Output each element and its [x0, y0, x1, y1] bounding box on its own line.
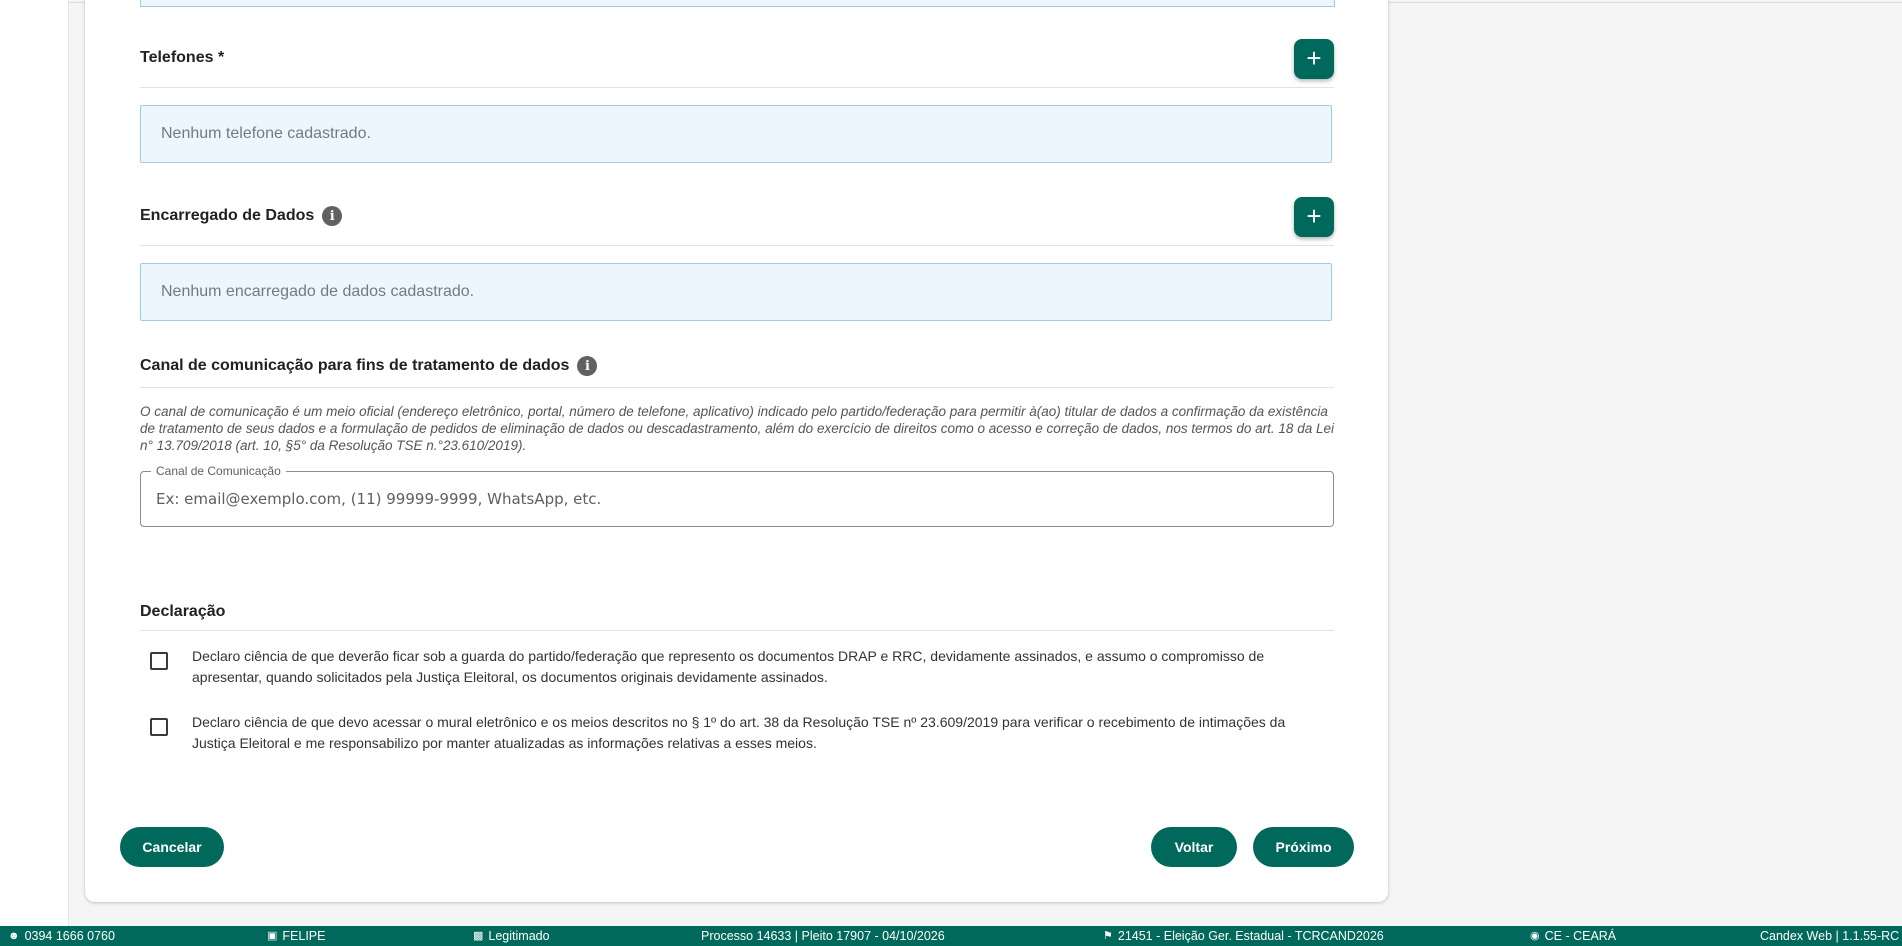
- status-election-text: 21451 - Eleição Ger. Estadual - TCRCAND2…: [1117, 929, 1384, 943]
- declaration-section-title: Declaração: [140, 603, 225, 621]
- channel-section-title: Canal de comunicação para fins de tratam…: [140, 356, 598, 376]
- plus-icon: +: [1306, 201, 1322, 231]
- status-user: ▣ FELIPE: [267, 926, 325, 946]
- status-election: ⚑ 21451 - Eleição Ger. Estadual - TCRCAN…: [1103, 926, 1384, 946]
- channel-description: O canal de comunicação é um meio oficial…: [140, 404, 1334, 453]
- channel-input[interactable]: [156, 472, 1316, 526]
- account-circle-icon: ☻: [8, 929, 20, 942]
- info-icon[interactable]: i: [322, 206, 343, 226]
- phones-empty-state: Nenhum telefone cadastrado.: [140, 105, 1332, 163]
- next-button[interactable]: Próximo: [1253, 827, 1354, 867]
- left-rail: [0, 0, 69, 926]
- data-officer-section-title: Encarregado de Dados i: [140, 206, 343, 226]
- channel-divider: [140, 387, 1334, 388]
- info-icon[interactable]: i: [577, 356, 598, 376]
- declaration-text-1: Declaro ciência de que deverão ficar sob…: [192, 648, 1265, 685]
- phones-divider: [140, 87, 1334, 88]
- status-role: ▩ Legitimado: [473, 926, 550, 946]
- previous-section-box: [140, 0, 1335, 7]
- plus-icon: +: [1306, 43, 1322, 73]
- add-phone-button[interactable]: +: [1294, 39, 1334, 79]
- add-data-officer-button[interactable]: +: [1294, 197, 1334, 237]
- phones-title-text: Telefones *: [140, 49, 225, 66]
- status-id: ☻ 0394 1666 0760: [8, 926, 115, 946]
- status-process-text: Processo 14633 | Pleito 17907 - 04/10/20…: [701, 929, 945, 943]
- status-id-text: 0394 1666 0760: [24, 929, 115, 943]
- data-officer-title-text: Encarregado de Dados: [140, 207, 315, 224]
- status-app-version: Candex Web | 1.1.55-RC: [1760, 926, 1899, 946]
- status-user-text: FELIPE: [282, 929, 326, 943]
- status-process: Processo 14633 | Pleito 17907 - 04/10/20…: [701, 926, 945, 946]
- declaration-title-text: Declaração: [140, 603, 226, 620]
- back-button[interactable]: Voltar: [1151, 827, 1237, 867]
- declaration-text-2: Declaro ciência de que devo acessar o mu…: [192, 714, 1286, 751]
- status-role-text: Legitimado: [488, 929, 550, 943]
- status-bar: ☻ 0394 1666 0760 ▣ FELIPE ▩ Legitimado P…: [0, 926, 1902, 946]
- cancel-button[interactable]: Cancelar: [120, 827, 224, 867]
- declaration-item: Declaro ciência de que devo acessar o mu…: [150, 712, 1340, 754]
- phones-section-title: Telefones *: [140, 49, 224, 67]
- globe-icon: ◉: [1530, 929, 1540, 942]
- status-app-version-text: Candex Web | 1.1.55-RC: [1760, 929, 1900, 943]
- channel-title-text: Canal de comunicação para fins de tratam…: [140, 357, 570, 374]
- declaration-checkbox-1[interactable]: [150, 652, 168, 670]
- data-officer-divider: [140, 245, 1334, 246]
- briefcase-icon: ▩: [473, 929, 484, 942]
- channel-field: Canal de Comunicação: [140, 464, 1334, 527]
- declaration-checkbox-2[interactable]: [150, 718, 168, 736]
- flag-icon: ⚑: [1103, 929, 1113, 942]
- data-officer-empty-state: Nenhum encarregado de dados cadastrado.: [140, 263, 1332, 321]
- declaration-item: Declaro ciência de que deverão ficar sob…: [150, 646, 1340, 688]
- status-region-text: CE - CEARÁ: [1544, 929, 1617, 943]
- declaration-divider: [140, 630, 1334, 631]
- status-region: ◉ CE - CEARÁ: [1530, 926, 1616, 946]
- badge-icon: ▣: [267, 929, 278, 942]
